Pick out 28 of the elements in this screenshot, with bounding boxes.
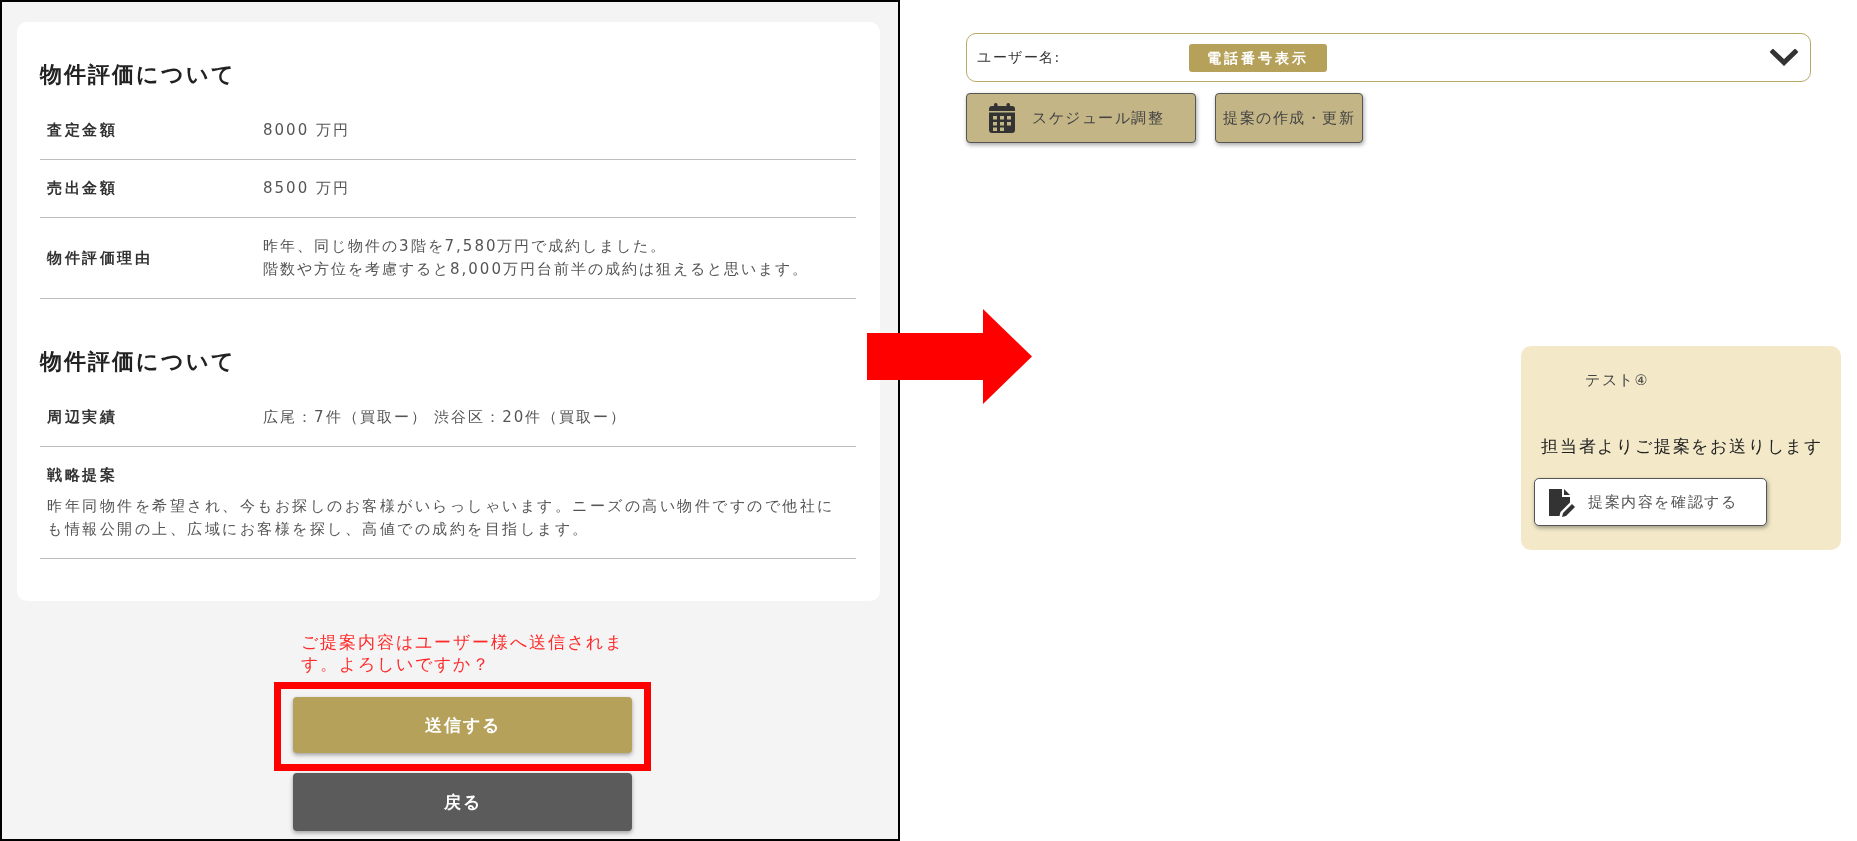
edit-document-icon: [1547, 487, 1576, 517]
arrow-icon: [867, 309, 1032, 404]
user-name-label: ユーザー名:: [977, 48, 1061, 67]
notice-title: テスト④: [1585, 371, 1649, 390]
field-label: 査定金額: [47, 120, 118, 141]
view-proposal-button[interactable]: 提案内容を確認する: [1534, 478, 1767, 526]
back-button[interactable]: 戻る: [293, 773, 632, 831]
calendar-icon: [989, 103, 1015, 133]
send-button[interactable]: 送信する: [293, 697, 632, 753]
field-value: 昨年同物件を希望され、今もお探しのお客様がいらっしゃいます。ニーズの高い物件ですので他社にも情報公開の上、広域にお客様を探し、高値での成約を目指します。: [47, 496, 836, 540]
confirm-message: ご提案内容はユーザー様へ送信されます。よろしいですか？: [299, 631, 625, 675]
section-title: 物件評価について: [40, 61, 237, 89]
toolbar-button[interactable]: 提案の作成・更新: [1215, 93, 1363, 143]
toolbar-button[interactable]: スケジュール調整: [966, 93, 1196, 143]
field-value: 8000 万円: [263, 120, 350, 141]
field-value: 広尾：7件（買取ー） 渋谷区：20件（買取ー）: [263, 407, 628, 428]
section-title: 物件評価について: [40, 348, 237, 376]
show-phone-button[interactable]: 電話番号表示: [1188, 43, 1327, 72]
field-label: 周辺実績: [47, 407, 118, 428]
field-label: 物件評価理由: [47, 247, 153, 269]
chevron-down-icon[interactable]: [1770, 49, 1798, 66]
field-label: 戦略提案: [47, 465, 118, 486]
field-value: 昨年、同じ物件の3階を7,580万円で成約しました。: [263, 236, 669, 257]
field-value: 8500 万円: [263, 178, 350, 199]
notice-message: 担当者よりご提案をお送りします: [1541, 435, 1823, 458]
field-label: 売出金額: [47, 178, 118, 199]
field-value: 階数や方位を考慮すると8,000万円台前半の成約は狙えると思います。: [263, 259, 809, 280]
user-select[interactable]: ユーザー名: 電話番号表示: [966, 33, 1811, 82]
